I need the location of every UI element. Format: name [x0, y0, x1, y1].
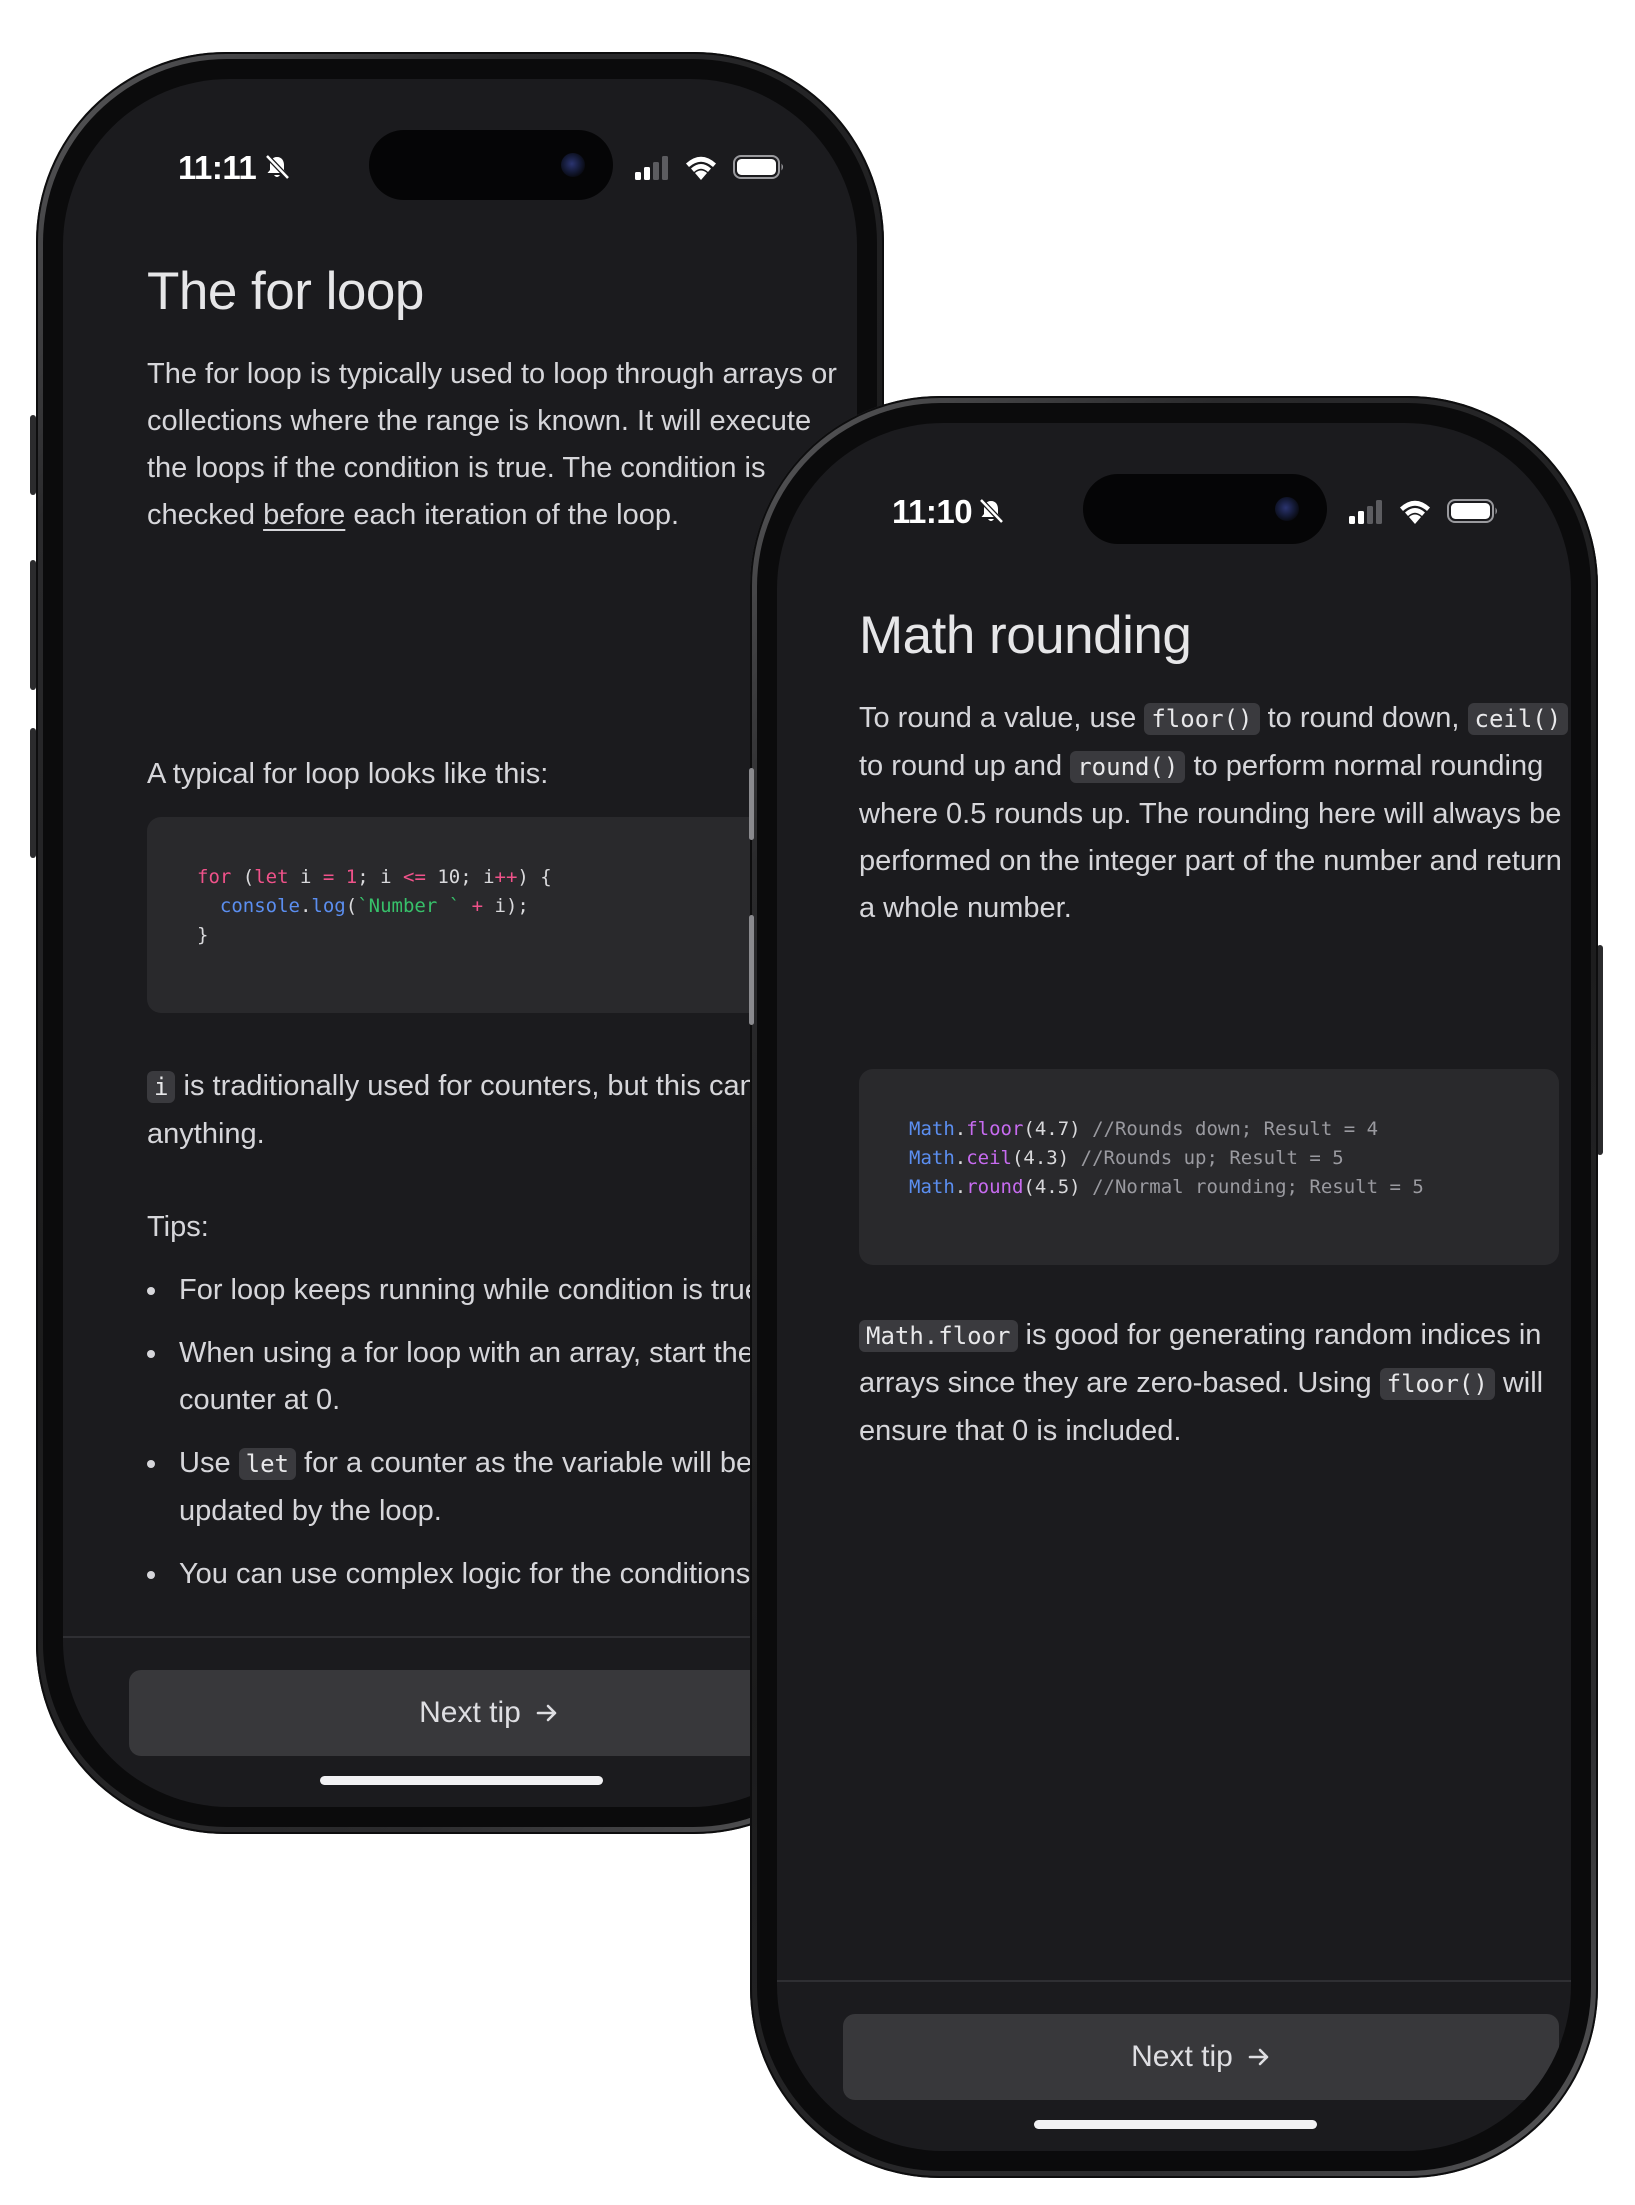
list-item: Use let for a counter as the variable wi… [147, 1440, 847, 1535]
inline-code-round: round() [1070, 751, 1186, 783]
arrow-right-icon [1248, 2048, 1269, 2066]
status-time: 11:10 [892, 493, 973, 530]
next-tip-label: Next tip [1131, 2040, 1233, 2073]
home-indicator [1034, 2120, 1317, 2129]
inline-code-floor: floor() [1379, 1368, 1495, 1400]
next-tip-label: Next tip [419, 1696, 521, 1729]
list-item: For loop keeps running while condition i… [147, 1267, 847, 1314]
footer-divider [777, 1980, 1571, 1982]
code-text: Math.floor(4.7) //Rounds down; Result = … [909, 1118, 1424, 1198]
page-title: Math rounding [859, 606, 1192, 665]
list-item: When using a for loop with an array, sta… [147, 1330, 847, 1424]
bell-muted-icon [265, 154, 290, 180]
phone-right-screen: 11:10 Math rounding To round a value, us… [777, 423, 1571, 2151]
footer-divider [63, 1636, 857, 1638]
scroll-indicator [749, 915, 754, 1025]
inline-code-math-floor: Math.floor [859, 1320, 1018, 1352]
bell-muted-icon [979, 498, 1004, 524]
wifi-icon [1400, 500, 1430, 524]
intro-paragraph: To round a value, use floor() to round d… [859, 695, 1569, 932]
phone-left-screen: 11:11 The for loop The for loop is typic… [63, 79, 857, 1807]
floor-note: Math.floor is good for generating random… [859, 1319, 1544, 1447]
front-camera-icon [561, 153, 585, 177]
emphasis-before: before [263, 499, 346, 531]
intro-paragraph: The for loop is typically used to loop t… [147, 358, 837, 531]
code-text: for (let i = 1; i <= 10; i++) { console.… [197, 866, 552, 946]
inline-code-i: i [147, 1071, 176, 1103]
battery-icon [733, 155, 783, 179]
battery-icon [1447, 499, 1497, 523]
list-item: You can use complex logic for the condit… [147, 1551, 847, 1598]
counter-note: i is traditionally used for counters, bu… [147, 1070, 797, 1150]
arrow-right-icon [536, 1704, 557, 1722]
inline-code-ceil: ceil() [1467, 703, 1569, 735]
inline-code-let: let [238, 1448, 296, 1480]
cellular-signal-icon [1349, 500, 1382, 524]
scroll-indicator [749, 768, 754, 840]
tips-list: For loop keeps running while condition i… [147, 1267, 847, 1614]
next-tip-button[interactable]: Next tip [843, 2014, 1559, 2100]
wifi-icon [686, 156, 716, 180]
tips-label: Tips: [147, 1211, 209, 1243]
page-title: The for loop [147, 262, 424, 321]
phone-right: 11:10 Math rounding To round a value, us… [750, 396, 1598, 2178]
dynamic-island [1083, 474, 1327, 544]
typical-label: A typical for loop looks like this: [147, 758, 549, 790]
front-camera-icon [1275, 497, 1299, 521]
inline-code-floor: floor() [1144, 703, 1260, 735]
dynamic-island [369, 130, 613, 200]
cellular-signal-icon [635, 156, 668, 180]
status-time: 11:11 [178, 149, 257, 186]
home-indicator [320, 1776, 603, 1785]
next-tip-button[interactable]: Next tip [129, 1670, 849, 1756]
code-block: Math.floor(4.7) //Rounds down; Result = … [859, 1069, 1559, 1265]
